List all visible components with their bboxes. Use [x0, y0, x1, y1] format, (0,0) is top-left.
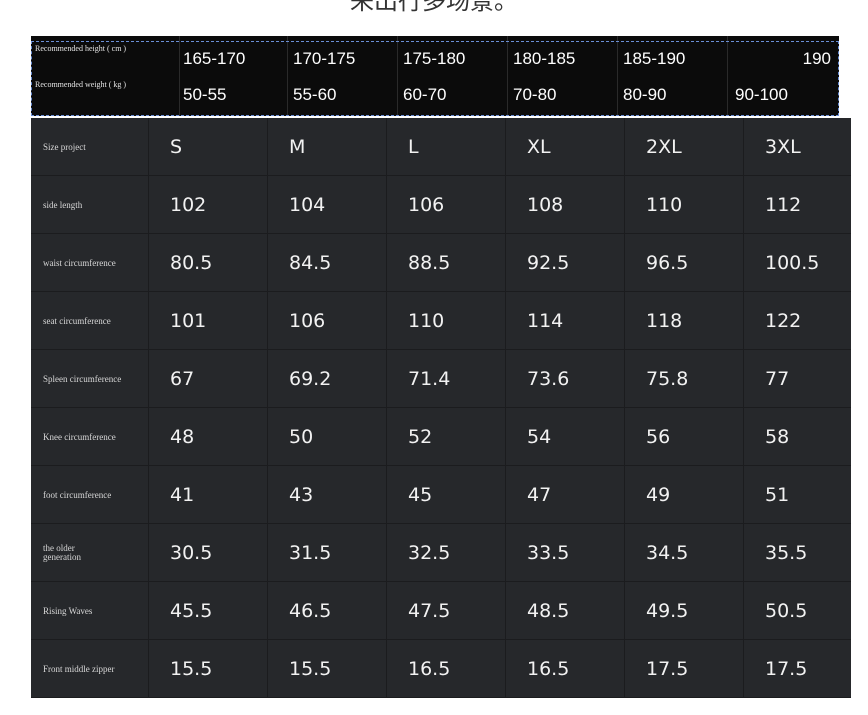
row-label: Rising Waves: [43, 605, 93, 616]
measurement-row: Rising Waves 45.5 46.5 47.5 48.5 49.5 50.5: [31, 582, 851, 640]
weight-label: Recommended weight ( kg ): [35, 80, 127, 89]
height-value: 175-180: [403, 49, 466, 68]
measurement-cell: 47.5: [408, 600, 451, 622]
measurement-cell: 118: [646, 310, 683, 332]
weight-value: 90-100: [735, 85, 788, 104]
measurement-cell: 101: [170, 310, 207, 332]
measurement-cell: 71.4: [408, 368, 451, 390]
measurement-cell: 47: [527, 484, 552, 506]
measurement-cell: 43: [289, 484, 314, 506]
measurement-cell: 17.5: [646, 658, 689, 680]
recommendation-table: Recommended height ( cm ) 165-170 170-17…: [31, 36, 839, 116]
measurement-row: Knee circumference 48 50 52 54 56 58: [31, 408, 851, 466]
height-value: 165-170: [183, 49, 246, 68]
size-name-cell: 3XL: [765, 136, 801, 158]
measurement-cell: 48.5: [527, 600, 570, 622]
row-label: Spleen circumference: [43, 373, 122, 384]
height-value: 170-175: [293, 49, 356, 68]
measurement-cell: 46.5: [289, 600, 332, 622]
measurement-cell: 31.5: [289, 542, 332, 564]
measurement-row: Front middle zipper 15.5 15.5 16.5 16.5 17.5 1…: [31, 640, 851, 698]
measurement-cell: 96.5: [646, 252, 689, 274]
measurement-cell: 69.2: [289, 368, 332, 390]
measurement-cell: 110: [408, 310, 445, 332]
measurement-cell: 50: [289, 426, 314, 448]
measurement-cell: 106: [289, 310, 326, 332]
caption-text: 来出行多场景。: [350, 0, 518, 15]
weight-value: 60-70: [403, 85, 447, 104]
measurement-row: seat circumference 101 106 110 114 118 122: [31, 292, 851, 350]
size-name-cell: S: [170, 136, 183, 158]
height-value: 180-185: [513, 49, 576, 68]
row-label: waist circumference: [43, 257, 116, 268]
measurement-row: waist circumference 80.5 84.5 88.5 92.5 96.5 1…: [31, 234, 851, 292]
measurement-cell: 75.8: [646, 368, 689, 390]
measurement-cell: 102: [170, 194, 207, 216]
size-name-cell: 2XL: [646, 136, 682, 158]
height-value: 190: [802, 49, 831, 68]
measurement-cell: 49: [646, 484, 671, 506]
size-name-cell: XL: [527, 136, 551, 158]
measurement-cell: 122: [765, 310, 802, 332]
measurement-cell: 15.5: [170, 658, 213, 680]
measurement-cell: 80.5: [170, 252, 213, 274]
measurement-cell: 92.5: [527, 252, 570, 274]
weight-value: 80-90: [623, 85, 667, 104]
measurement-cell: 108: [527, 194, 564, 216]
measurement-cell: 15.5: [289, 658, 332, 680]
weight-value: 70-80: [513, 85, 557, 104]
size-name-cell: L: [408, 136, 419, 158]
row-label: side length: [43, 199, 83, 210]
measurement-cell: 35.5: [765, 542, 808, 564]
measurement-cell: 100.5: [765, 252, 820, 274]
measurement-row: foot circumference 41 43 45 47 49 51: [31, 466, 851, 524]
measurement-row: Spleen circumference 67 69.2 71.4 73.6 75.8 77: [31, 350, 851, 408]
measurement-cell: 48: [170, 426, 195, 448]
measurement-cell: 67: [170, 368, 195, 390]
measurement-cell: 51: [765, 484, 790, 506]
measurement-cell: 50.5: [765, 600, 808, 622]
measurement-cell: 16.5: [408, 658, 451, 680]
measurement-row: the older generation 30.5 31.5 32.5 33.5 34.5…: [31, 524, 851, 582]
row-label: Size project: [43, 141, 86, 152]
measurement-cell: 114: [527, 310, 564, 332]
height-row: Recommended height ( cm ) 165-170 170-17…: [31, 42, 839, 76]
measurement-cell: 58: [765, 426, 790, 448]
size-name-cell: M: [289, 136, 306, 158]
measurement-cell: 49.5: [646, 600, 689, 622]
measurement-cell: 52: [408, 426, 433, 448]
measurement-cell: 56: [646, 426, 671, 448]
row-label: Front middle zipper: [43, 663, 115, 674]
measurement-cell: 45.5: [170, 600, 213, 622]
measurement-cell: 73.6: [527, 368, 570, 390]
row-label: foot circumference: [43, 489, 112, 500]
measurement-cell: 30.5: [170, 542, 213, 564]
row-label: Knee circumference: [43, 431, 116, 442]
measurement-cell: 54: [527, 426, 552, 448]
measurement-cell: 16.5: [527, 658, 570, 680]
measurement-cell: 112: [765, 194, 802, 216]
measurement-cell: 32.5: [408, 542, 451, 564]
measurement-cell: 88.5: [408, 252, 451, 274]
measurement-cell: 104: [289, 194, 326, 216]
weight-value: 55-60: [293, 85, 337, 104]
row-label: seat circumference: [43, 315, 111, 326]
row-label: the older generation: [43, 543, 81, 562]
measurement-cell: 33.5: [527, 542, 570, 564]
measurement-cell: 77: [765, 368, 790, 390]
measurement-cell: 84.5: [289, 252, 332, 274]
measurement-row: side length 102 104 106 108 110 112: [31, 176, 851, 234]
measurement-cell: 106: [408, 194, 445, 216]
measurement-cell: 34.5: [646, 542, 689, 564]
weight-value: 50-55: [183, 85, 227, 104]
size-chart-table: Size project S M L XL 2XL 3XL side length 102 104…: [31, 118, 851, 698]
height-label: Recommended height ( cm ): [35, 44, 127, 53]
measurement-cell: 110: [646, 194, 683, 216]
height-value: 185-190: [623, 49, 686, 68]
size-header-row: Size project S M L XL 2XL 3XL: [31, 118, 851, 176]
measurement-cell: 45: [408, 484, 433, 506]
measurement-cell: 41: [170, 484, 195, 506]
weight-row: Recommended weight ( kg ) 50-55 55-60 60…: [31, 78, 839, 112]
measurement-cell: 17.5: [765, 658, 808, 680]
